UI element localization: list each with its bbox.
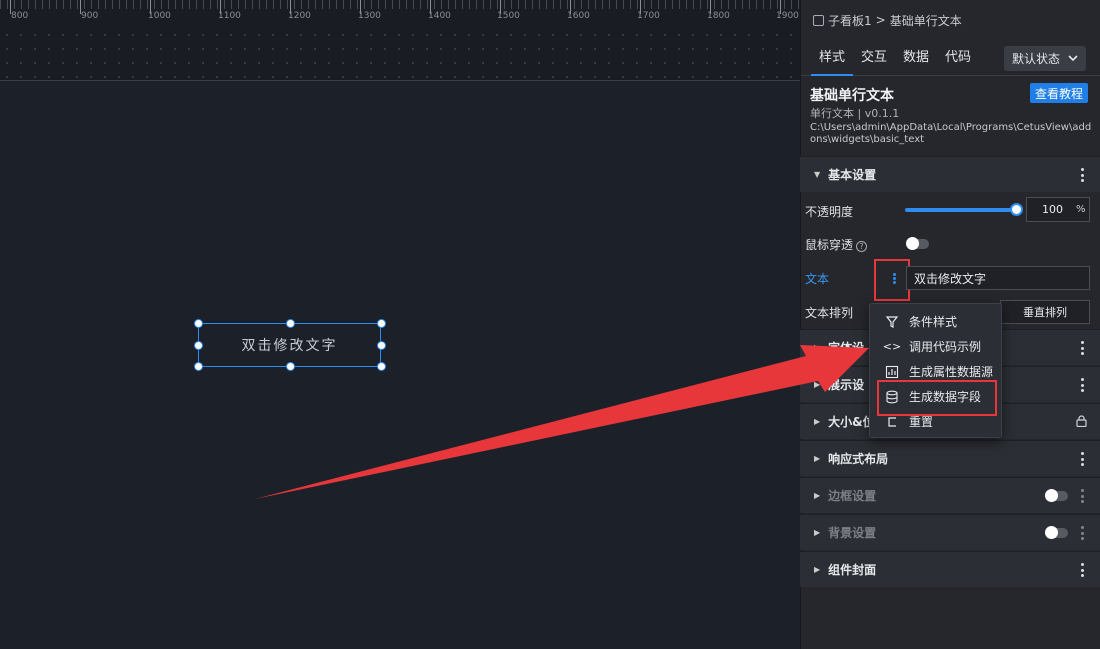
more-icon[interactable] <box>1081 452 1084 466</box>
resize-handle[interactable] <box>377 319 386 328</box>
ruler-ticks <box>0 0 800 9</box>
section-component-cover[interactable]: ▶ 组件封面 <box>800 551 1100 587</box>
filter-icon <box>885 315 899 328</box>
opacity-unit: % <box>1076 204 1086 215</box>
text-input[interactable]: 双击修改文字 <box>906 266 1090 290</box>
text-input-value: 双击修改文字 <box>914 271 987 286</box>
selected-text-widget[interactable]: 双击修改文字 <box>194 319 386 371</box>
ruler-label: 1900 <box>776 11 799 21</box>
ruler-label: 1700 <box>637 11 660 21</box>
caret-right-icon: ▶ <box>814 565 821 574</box>
chart-icon <box>885 365 899 378</box>
context-menu: 条件样式 <> 调用代码示例 生成属性数据源 生成数据字段 重置 <box>869 303 1002 438</box>
menu-item-label: 生成属性数据源 <box>909 365 994 379</box>
section-label: 响应式布局 <box>828 452 889 466</box>
section-label: 大小&位 <box>828 415 875 429</box>
resize-handle[interactable] <box>194 341 203 350</box>
opacity-value: 100 <box>1042 203 1063 216</box>
ruler-label: 1100 <box>218 11 241 21</box>
border-toggle[interactable] <box>1045 489 1068 502</box>
section-label: 背景设置 <box>828 526 877 540</box>
code-icon: <> <box>882 340 902 353</box>
section-label: 边框设置 <box>828 489 877 503</box>
section-label: 字体设 <box>828 341 865 355</box>
horizontal-ruler: 800 900 1000 1100 1200 1300 1400 1500 16… <box>0 0 800 81</box>
opacity-slider-handle[interactable] <box>1010 203 1023 216</box>
resize-handle[interactable] <box>194 362 203 371</box>
section-label: 基本设置 <box>828 168 877 182</box>
reset-icon <box>888 416 896 427</box>
component-path: C:\Users\admin\AppData\Local\Programs\Ce… <box>810 122 1092 145</box>
opacity-label: 不透明度 <box>805 205 854 219</box>
caret-right-icon: ▶ <box>814 528 821 537</box>
menu-item-label: 条件样式 <box>909 315 958 329</box>
highlight-box <box>877 380 997 416</box>
more-icon[interactable] <box>1081 526 1084 540</box>
more-icon[interactable] <box>1081 341 1084 355</box>
more-icon[interactable] <box>1081 168 1084 182</box>
ruler-label: 1000 <box>148 11 171 21</box>
view-tutorial-button[interactable]: 查看教程 <box>1030 83 1088 103</box>
ruler-label: 1200 <box>288 11 311 21</box>
caret-right-icon: ▶ <box>814 343 821 352</box>
ruler-label: 900 <box>81 11 99 21</box>
caret-right-icon: ▶ <box>814 380 821 389</box>
more-icon[interactable] <box>1081 489 1084 503</box>
ruler-label: 1400 <box>428 11 451 21</box>
ruler-label: 1500 <box>497 11 520 21</box>
menu-item-conditional-style[interactable]: 条件样式 <box>870 309 1001 334</box>
text-label: 文本 <box>805 272 830 286</box>
background-toggle[interactable] <box>1045 526 1068 539</box>
resize-handle[interactable] <box>194 319 203 328</box>
menu-item-label: 调用代码示例 <box>909 340 982 354</box>
text-align-label: 文本排列 <box>805 306 854 320</box>
caret-right-icon: ▶ <box>814 417 821 426</box>
help-icon[interactable]: ? <box>856 241 868 252</box>
ruler-label: 1600 <box>567 11 590 21</box>
section-border-settings[interactable]: ▶ 边框设置 <box>800 477 1100 513</box>
mouse-through-label: 鼠标穿透? <box>805 236 868 253</box>
lock-icon[interactable] <box>1076 415 1087 427</box>
resize-handle[interactable] <box>286 362 295 371</box>
menu-item-code-example[interactable]: <> 调用代码示例 <box>870 334 1001 359</box>
text-more-icon[interactable] <box>893 273 896 284</box>
mouse-through-text: 鼠标穿透 <box>805 238 854 252</box>
section-background-settings[interactable]: ▶ 背景设置 <box>800 514 1100 550</box>
section-basic-settings[interactable]: ▼ 基本设置 <box>800 156 1100 192</box>
component-version: 单行文本 | v0.1.1 <box>810 107 900 120</box>
ruler-label: 800 <box>11 11 29 21</box>
more-icon[interactable] <box>1081 378 1084 392</box>
resize-handle[interactable] <box>377 362 386 371</box>
component-title: 基础单行文本 <box>810 88 894 104</box>
section-label: 组件封面 <box>828 563 877 577</box>
resize-handle[interactable] <box>377 341 386 350</box>
mouse-through-toggle[interactable] <box>906 237 929 250</box>
caret-right-icon: ▶ <box>814 491 821 500</box>
caret-right-icon: ▶ <box>814 454 821 463</box>
section-responsive-layout[interactable]: ▶ 响应式布局 <box>800 440 1100 476</box>
ruler-label: 1800 <box>707 11 730 21</box>
caret-down-icon: ▼ <box>814 170 821 179</box>
section-label: 展示设 <box>828 378 865 392</box>
ruler-label: 1300 <box>358 11 381 21</box>
opacity-slider[interactable] <box>905 208 1019 212</box>
vertical-align-button[interactable]: 垂直排列 <box>1000 300 1090 324</box>
resize-handle[interactable] <box>286 319 295 328</box>
more-icon[interactable] <box>1081 563 1084 577</box>
widget-text[interactable]: 双击修改文字 <box>242 335 338 355</box>
highlight-box <box>874 259 910 301</box>
design-canvas[interactable]: 800 900 1000 1100 1200 1300 1400 1500 16… <box>0 0 800 649</box>
grid-dots <box>0 28 800 78</box>
